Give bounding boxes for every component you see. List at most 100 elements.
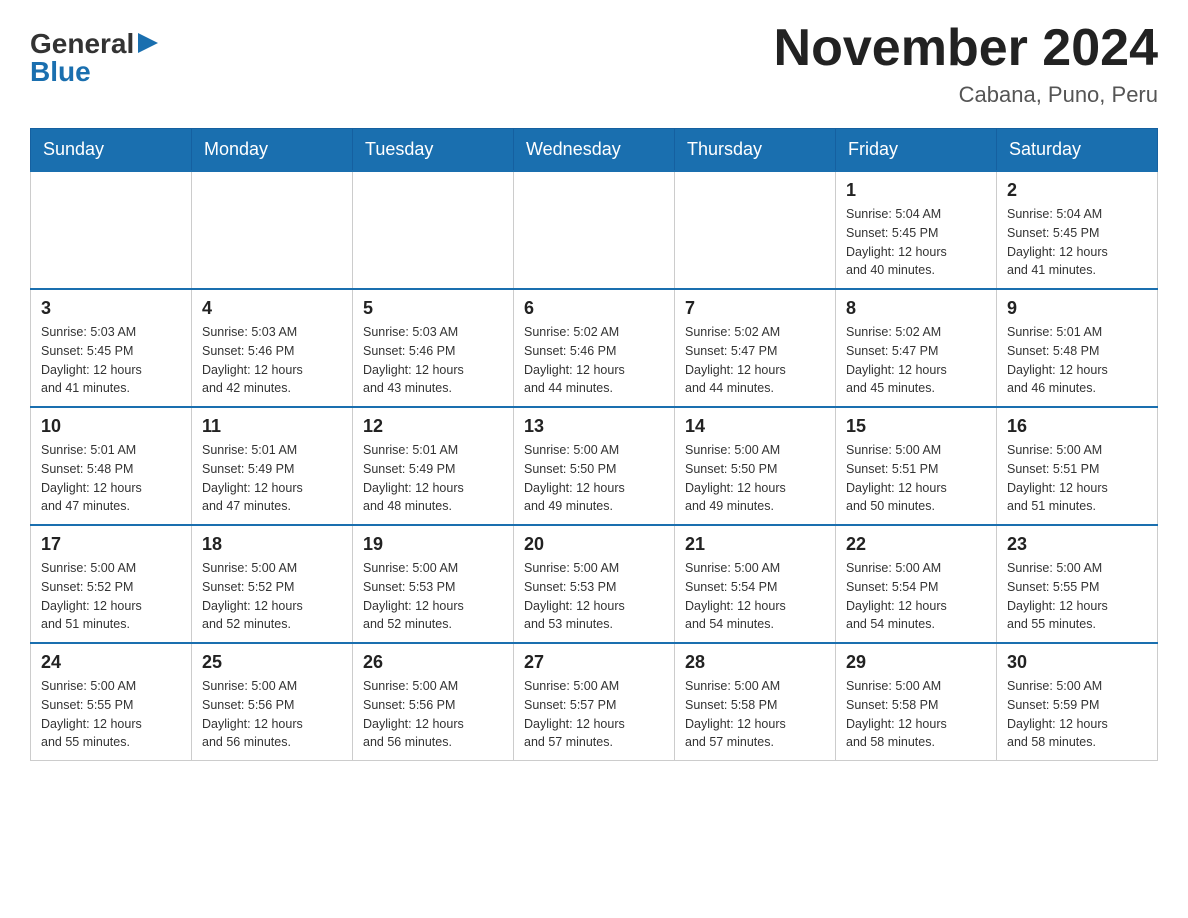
day-number: 26 xyxy=(363,652,503,673)
logo: General Blue xyxy=(30,20,158,86)
day-number: 28 xyxy=(685,652,825,673)
day-number: 8 xyxy=(846,298,986,319)
calendar-day-cell: 4Sunrise: 5:03 AM Sunset: 5:46 PM Daylig… xyxy=(192,289,353,407)
day-number: 21 xyxy=(685,534,825,555)
day-info: Sunrise: 5:00 AM Sunset: 5:54 PM Dayligh… xyxy=(685,559,825,634)
day-number: 17 xyxy=(41,534,181,555)
calendar-day-cell xyxy=(514,171,675,289)
day-number: 5 xyxy=(363,298,503,319)
calendar-day-cell: 11 Sunrise: 5:01 AM Sunset: 5:49 PM Dayli… xyxy=(192,407,353,525)
calendar-header-wednesday: Wednesday xyxy=(514,129,675,172)
day-info: Sunrise: 5:00 AM Sunset: 5:54 PM Dayligh… xyxy=(846,559,986,634)
calendar-day-cell xyxy=(353,171,514,289)
day-info: Sunrise: 5:01 AM Sunset: 5:49 PM Dayligh… xyxy=(363,441,503,516)
calendar-day-cell: 26 Sunrise: 5:00 AM Sunset: 5:56 PM Dayli… xyxy=(353,643,514,761)
calendar-day-cell: 22 Sunrise: 5:00 AM Sunset: 5:54 PM Dayli… xyxy=(836,525,997,643)
day-number: 4 xyxy=(202,298,342,319)
day-info: Sunrise: 5:00 AM Sunset: 5:52 PM Dayligh… xyxy=(41,559,181,634)
day-info: Sunrise: 5:00 AM Sunset: 5:58 PM Dayligh… xyxy=(846,677,986,752)
calendar-day-cell xyxy=(192,171,353,289)
calendar-day-cell: 17 Sunrise: 5:00 AM Sunset: 5:52 PM Dayli… xyxy=(31,525,192,643)
calendar-day-cell: 21 Sunrise: 5:00 AM Sunset: 5:54 PM Dayli… xyxy=(675,525,836,643)
title-section: November 2024 Cabana, Puno, Peru xyxy=(774,20,1158,108)
calendar-day-cell: 6 Sunrise: 5:02 AM Sunset: 5:46 PM Daylig… xyxy=(514,289,675,407)
day-info: Sunrise: 5:04 AM Sunset: 5:45 PM Dayligh… xyxy=(846,205,986,280)
calendar-week-row: 1Sunrise: 5:04 AM Sunset: 5:45 PM Daylig… xyxy=(31,171,1158,289)
calendar-week-row: 10 Sunrise: 5:01 AM Sunset: 5:48 PM Dayli… xyxy=(31,407,1158,525)
calendar-day-cell: 7Sunrise: 5:02 AM Sunset: 5:47 PM Daylig… xyxy=(675,289,836,407)
day-info: Sunrise: 5:02 AM Sunset: 5:47 PM Dayligh… xyxy=(685,323,825,398)
day-info: Sunrise: 5:00 AM Sunset: 5:55 PM Dayligh… xyxy=(41,677,181,752)
calendar-day-cell: 10 Sunrise: 5:01 AM Sunset: 5:48 PM Dayli… xyxy=(31,407,192,525)
calendar-header-monday: Monday xyxy=(192,129,353,172)
day-number: 6 xyxy=(524,298,664,319)
day-info: Sunrise: 5:00 AM Sunset: 5:53 PM Dayligh… xyxy=(524,559,664,634)
day-number: 25 xyxy=(202,652,342,673)
calendar-table: SundayMondayTuesdayWednesdayThursdayFrid… xyxy=(30,128,1158,761)
calendar-day-cell: 9Sunrise: 5:01 AM Sunset: 5:48 PM Daylig… xyxy=(997,289,1158,407)
calendar-day-cell: 29Sunrise: 5:00 AM Sunset: 5:58 PM Dayli… xyxy=(836,643,997,761)
day-number: 14 xyxy=(685,416,825,437)
calendar-day-cell: 28 Sunrise: 5:00 AM Sunset: 5:58 PM Dayli… xyxy=(675,643,836,761)
day-info: Sunrise: 5:00 AM Sunset: 5:58 PM Dayligh… xyxy=(685,677,825,752)
day-number: 12 xyxy=(363,416,503,437)
calendar-header-row: SundayMondayTuesdayWednesdayThursdayFrid… xyxy=(31,129,1158,172)
day-number: 24 xyxy=(41,652,181,673)
day-number: 18 xyxy=(202,534,342,555)
calendar-day-cell: 1Sunrise: 5:04 AM Sunset: 5:45 PM Daylig… xyxy=(836,171,997,289)
calendar-day-cell: 5 Sunrise: 5:03 AM Sunset: 5:46 PM Daylig… xyxy=(353,289,514,407)
calendar-week-row: 17 Sunrise: 5:00 AM Sunset: 5:52 PM Dayli… xyxy=(31,525,1158,643)
calendar-day-cell xyxy=(31,171,192,289)
calendar-day-cell: 16Sunrise: 5:00 AM Sunset: 5:51 PM Dayli… xyxy=(997,407,1158,525)
calendar-day-cell: 25 Sunrise: 5:00 AM Sunset: 5:56 PM Dayli… xyxy=(192,643,353,761)
calendar-day-cell: 30Sunrise: 5:00 AM Sunset: 5:59 PM Dayli… xyxy=(997,643,1158,761)
logo-general-text: General xyxy=(30,30,134,58)
day-info: Sunrise: 5:02 AM Sunset: 5:47 PM Dayligh… xyxy=(846,323,986,398)
day-number: 23 xyxy=(1007,534,1147,555)
day-number: 22 xyxy=(846,534,986,555)
calendar-day-cell: 19Sunrise: 5:00 AM Sunset: 5:53 PM Dayli… xyxy=(353,525,514,643)
day-info: Sunrise: 5:00 AM Sunset: 5:56 PM Dayligh… xyxy=(363,677,503,752)
calendar-week-row: 24 Sunrise: 5:00 AM Sunset: 5:55 PM Dayli… xyxy=(31,643,1158,761)
day-info: Sunrise: 5:03 AM Sunset: 5:45 PM Dayligh… xyxy=(41,323,181,398)
day-info: Sunrise: 5:00 AM Sunset: 5:51 PM Dayligh… xyxy=(1007,441,1147,516)
calendar-header-tuesday: Tuesday xyxy=(353,129,514,172)
calendar-day-cell: 15Sunrise: 5:00 AM Sunset: 5:51 PM Dayli… xyxy=(836,407,997,525)
day-number: 13 xyxy=(524,416,664,437)
calendar-day-cell: 2 Sunrise: 5:04 AM Sunset: 5:45 PM Daylig… xyxy=(997,171,1158,289)
calendar-subtitle: Cabana, Puno, Peru xyxy=(774,82,1158,108)
day-info: Sunrise: 5:01 AM Sunset: 5:49 PM Dayligh… xyxy=(202,441,342,516)
day-number: 20 xyxy=(524,534,664,555)
calendar-day-cell: 24 Sunrise: 5:00 AM Sunset: 5:55 PM Dayli… xyxy=(31,643,192,761)
calendar-day-cell: 12 Sunrise: 5:01 AM Sunset: 5:49 PM Dayli… xyxy=(353,407,514,525)
page-header: General Blue November 2024 Cabana, Puno,… xyxy=(30,20,1158,108)
day-info: Sunrise: 5:00 AM Sunset: 5:50 PM Dayligh… xyxy=(524,441,664,516)
day-info: Sunrise: 5:02 AM Sunset: 5:46 PM Dayligh… xyxy=(524,323,664,398)
calendar-header-friday: Friday xyxy=(836,129,997,172)
calendar-day-cell: 20 Sunrise: 5:00 AM Sunset: 5:53 PM Dayli… xyxy=(514,525,675,643)
calendar-day-cell: 23 Sunrise: 5:00 AM Sunset: 5:55 PM Dayli… xyxy=(997,525,1158,643)
day-number: 9 xyxy=(1007,298,1147,319)
day-info: Sunrise: 5:04 AM Sunset: 5:45 PM Dayligh… xyxy=(1007,205,1147,280)
day-info: Sunrise: 5:00 AM Sunset: 5:51 PM Dayligh… xyxy=(846,441,986,516)
day-number: 3 xyxy=(41,298,181,319)
day-number: 19 xyxy=(363,534,503,555)
day-number: 2 xyxy=(1007,180,1147,201)
calendar-day-cell xyxy=(675,171,836,289)
day-info: Sunrise: 5:00 AM Sunset: 5:55 PM Dayligh… xyxy=(1007,559,1147,634)
day-info: Sunrise: 5:03 AM Sunset: 5:46 PM Dayligh… xyxy=(363,323,503,398)
calendar-title: November 2024 xyxy=(774,20,1158,77)
day-number: 11 xyxy=(202,416,342,437)
calendar-day-cell: 3 Sunrise: 5:03 AM Sunset: 5:45 PM Daylig… xyxy=(31,289,192,407)
calendar-day-cell: 8 Sunrise: 5:02 AM Sunset: 5:47 PM Daylig… xyxy=(836,289,997,407)
day-info: Sunrise: 5:00 AM Sunset: 5:52 PM Dayligh… xyxy=(202,559,342,634)
calendar-day-cell: 14Sunrise: 5:00 AM Sunset: 5:50 PM Dayli… xyxy=(675,407,836,525)
day-info: Sunrise: 5:00 AM Sunset: 5:59 PM Dayligh… xyxy=(1007,677,1147,752)
day-number: 10 xyxy=(41,416,181,437)
day-info: Sunrise: 5:00 AM Sunset: 5:57 PM Dayligh… xyxy=(524,677,664,752)
calendar-header-saturday: Saturday xyxy=(997,129,1158,172)
day-info: Sunrise: 5:01 AM Sunset: 5:48 PM Dayligh… xyxy=(41,441,181,516)
calendar-week-row: 3 Sunrise: 5:03 AM Sunset: 5:45 PM Daylig… xyxy=(31,289,1158,407)
day-info: Sunrise: 5:00 AM Sunset: 5:56 PM Dayligh… xyxy=(202,677,342,752)
day-number: 27 xyxy=(524,652,664,673)
